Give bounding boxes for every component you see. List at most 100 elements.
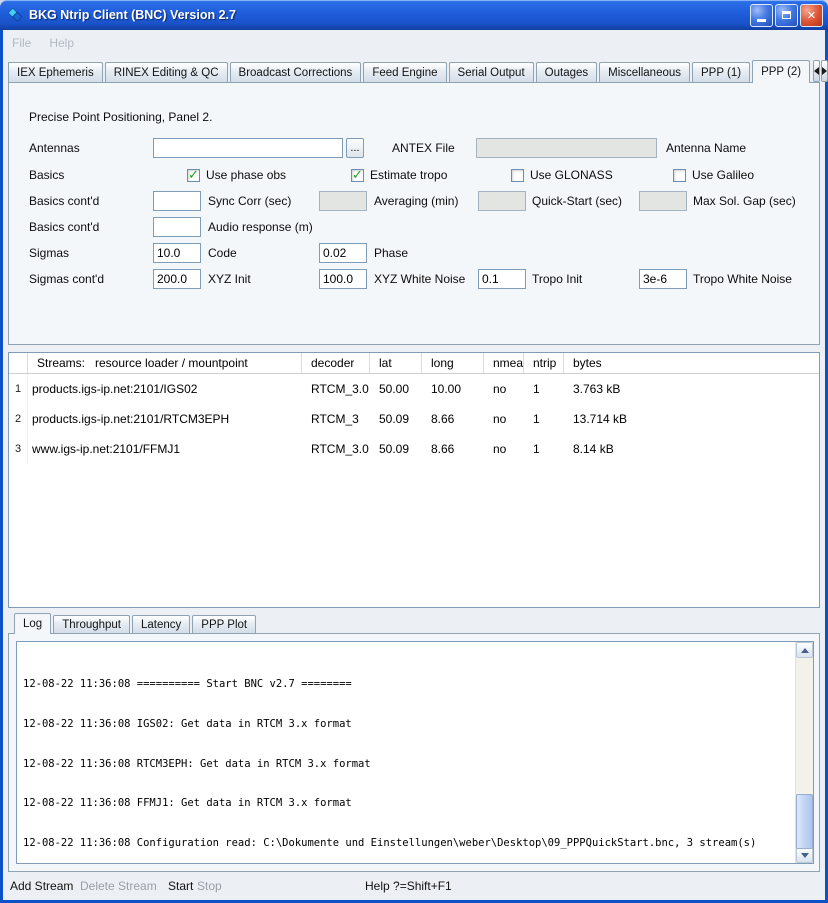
scroll-left-icon: [814, 67, 819, 75]
log-line: 12-08-22 11:36:08 Configuration read: C:…: [23, 837, 795, 850]
cell-lat: 50.09: [370, 434, 422, 464]
log-scrollbar[interactable]: [795, 642, 813, 863]
close-icon: [807, 8, 816, 22]
cell-bytes: 3.763 kB: [564, 374, 819, 404]
tab-broadcast-corrections[interactable]: Broadcast Corrections: [230, 62, 362, 82]
xyz-init-input[interactable]: [153, 269, 201, 289]
log-lines: 12-08-22 11:36:08 ========== Start BNC v…: [17, 642, 795, 863]
tab-ppp-plot[interactable]: PPP Plot: [192, 615, 256, 633]
cell-mountpoint: products.igs-ip.net:2101/IGS02: [28, 374, 302, 404]
tab-miscellaneous[interactable]: Miscellaneous: [599, 62, 690, 82]
help-shortcut[interactable]: Help ?=Shift+F1: [365, 879, 452, 893]
header-mountpoint[interactable]: Streams: resource loader / mountpoint: [28, 353, 302, 373]
audio-response-input[interactable]: [153, 217, 201, 237]
cell-nmea: no: [484, 434, 524, 464]
tab-feed-engine[interactable]: Feed Engine: [363, 62, 446, 82]
maximize-button[interactable]: [775, 4, 798, 27]
sync-corr-input[interactable]: [153, 191, 201, 211]
ppp2-panel: Precise Point Positioning, Panel 2. Ante…: [8, 82, 820, 345]
antennas-input[interactable]: [153, 138, 343, 158]
estimate-tropo-label: Estimate tropo: [370, 165, 447, 185]
xyz-init-label: XYZ Init: [208, 269, 251, 289]
delete-stream-button[interactable]: Delete Stream: [80, 879, 157, 893]
quick-start-input[interactable]: [478, 191, 526, 211]
averaging-input[interactable]: [319, 191, 367, 211]
header-nmea[interactable]: nmea: [484, 353, 524, 373]
table-row[interactable]: 3 www.igs-ip.net:2101/FFMJ1 RTCM_3.0 50.…: [9, 434, 819, 464]
stop-button[interactable]: Stop: [197, 879, 222, 893]
tropo-init-input[interactable]: [478, 269, 526, 289]
cell-long: 8.66: [422, 404, 484, 434]
cell-decoder: RTCM_3.0: [302, 434, 370, 464]
tab-outages[interactable]: Outages: [536, 62, 597, 82]
sigma-code-input[interactable]: [153, 243, 201, 263]
log-pane: 12-08-22 11:36:08 ========== Start BNC v…: [8, 633, 820, 872]
start-button[interactable]: Start: [168, 879, 193, 893]
sigmas-label: Sigmas: [29, 243, 69, 263]
antex-file-label: ANTEX File: [392, 138, 455, 158]
cell-ntrip: 1: [524, 374, 564, 404]
xyz-white-noise-label: XYZ White Noise: [374, 269, 465, 289]
menubar: File Help: [3, 30, 825, 56]
tab-rinex-ephemeris[interactable]: IEX Ephemeris: [8, 62, 103, 82]
antex-browse-button[interactable]: ...: [346, 138, 364, 158]
sigmas2-label: Sigmas cont'd: [29, 269, 104, 289]
tab-latency[interactable]: Latency: [132, 615, 190, 633]
use-glonass-checkbox[interactable]: [511, 169, 524, 182]
header-bytes[interactable]: bytes: [564, 353, 819, 373]
scroll-down-button[interactable]: [796, 847, 813, 863]
table-row[interactable]: 2 products.igs-ip.net:2101/RTCM3EPH RTCM…: [9, 404, 819, 434]
scroll-up-button[interactable]: [796, 642, 813, 658]
tab-ppp-1[interactable]: PPP (1): [692, 62, 750, 82]
header-lat[interactable]: lat: [370, 353, 422, 373]
tab-scroll-left-button[interactable]: [813, 60, 820, 82]
max-sol-gap-label: Max Sol. Gap (sec): [693, 191, 796, 211]
close-button[interactable]: [800, 4, 823, 27]
sigma-phase-input[interactable]: [319, 243, 367, 263]
cell-decoder: RTCM_3: [302, 404, 370, 434]
cell-bytes: 13.714 kB: [564, 404, 819, 434]
tropo-init-label: Tropo Init: [532, 269, 582, 289]
header-long[interactable]: long: [422, 353, 484, 373]
streams-table: Streams: resource loader / mountpoint de…: [8, 352, 820, 608]
basics2-label: Basics cont'd: [29, 191, 99, 211]
tropo-white-noise-input[interactable]: [639, 269, 687, 289]
minimize-button[interactable]: [750, 4, 773, 27]
antennas-label: Antennas: [29, 138, 80, 158]
header-decoder[interactable]: decoder: [302, 353, 370, 373]
titlebar[interactable]: BKG Ntrip Client (BNC) Version 2.7: [0, 0, 828, 30]
table-row[interactable]: 1 products.igs-ip.net:2101/IGS02 RTCM_3.…: [9, 374, 819, 404]
cell-lat: 50.09: [370, 404, 422, 434]
tab-throughput[interactable]: Throughput: [53, 615, 130, 633]
row-number: 3: [9, 434, 28, 464]
tab-log[interactable]: Log: [14, 613, 51, 634]
tab-serial-output[interactable]: Serial Output: [449, 62, 534, 82]
menu-file[interactable]: File: [12, 36, 31, 50]
use-galileo-checkbox[interactable]: [673, 169, 686, 182]
log-line: 12-08-22 11:36:08 ========== Start BNC v…: [23, 678, 795, 691]
window-title: BKG Ntrip Client (BNC) Version 2.7: [29, 8, 748, 22]
xyz-white-noise-input[interactable]: [319, 269, 367, 289]
cell-long: 8.66: [422, 434, 484, 464]
app-icon: [6, 6, 24, 24]
log-textedit[interactable]: 12-08-22 11:36:08 ========== Start BNC v…: [16, 641, 814, 864]
scrollbar-track[interactable]: [796, 658, 813, 847]
tab-rinex-editing-qc[interactable]: RINEX Editing & QC: [105, 62, 228, 82]
minimize-icon: [757, 19, 766, 22]
scrollbar-thumb[interactable]: [796, 794, 813, 849]
estimate-tropo-checkbox[interactable]: [351, 169, 364, 182]
antex-file-field[interactable]: [476, 138, 657, 158]
header-ntrip[interactable]: ntrip: [524, 353, 564, 373]
use-galileo-label: Use Galileo: [692, 165, 754, 185]
log-line: 12-08-22 11:36:08 RTCM3EPH: Get data in …: [23, 758, 795, 771]
menu-help[interactable]: Help: [49, 36, 74, 50]
antenna-name-label: Antenna Name: [666, 138, 746, 158]
sigma-phase-label: Phase: [374, 243, 408, 263]
tab-ppp-2[interactable]: PPP (2): [752, 60, 810, 83]
quick-start-label: Quick-Start (sec): [532, 191, 622, 211]
max-sol-gap-input[interactable]: [639, 191, 687, 211]
tab-scroll-right-button[interactable]: [821, 60, 828, 82]
use-phase-obs-checkbox[interactable]: [187, 169, 200, 182]
add-stream-button[interactable]: Add Stream: [10, 879, 73, 893]
cell-ntrip: 1: [524, 404, 564, 434]
